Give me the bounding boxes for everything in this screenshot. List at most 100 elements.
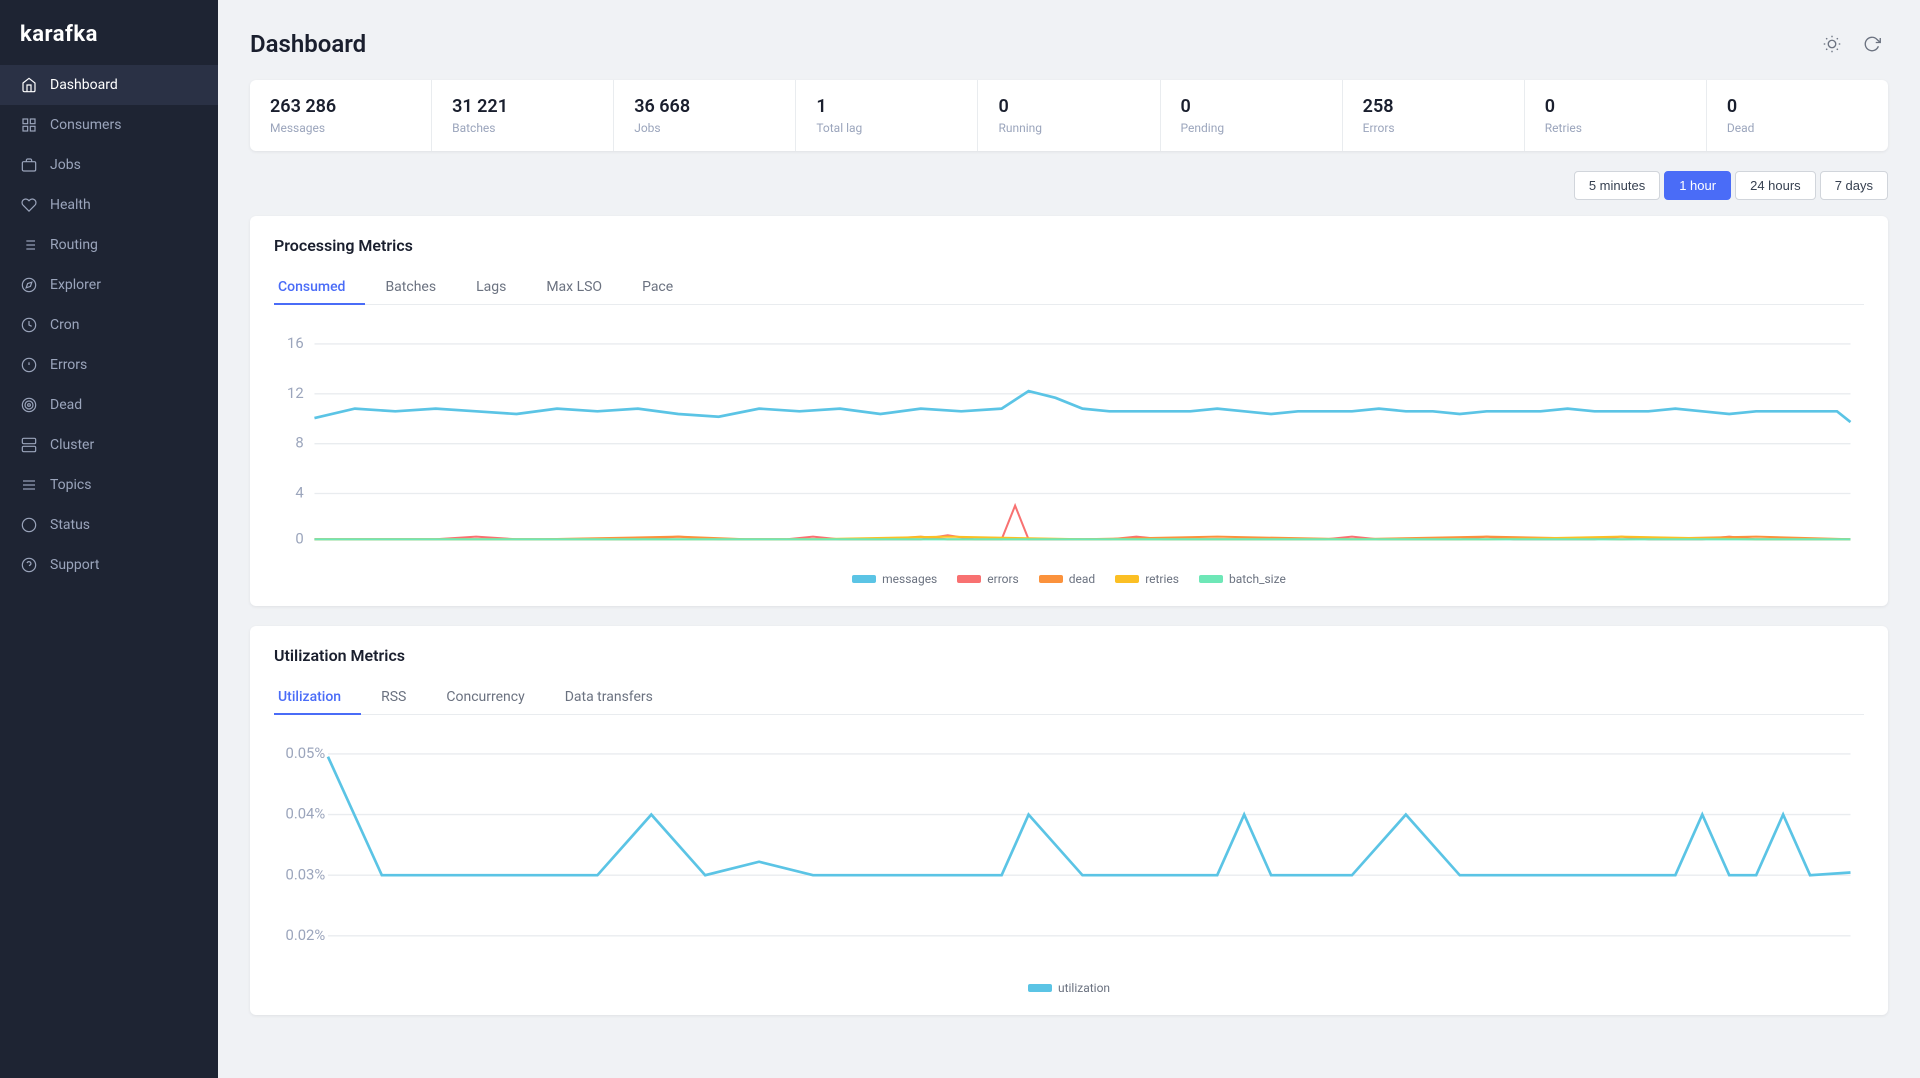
legend-retries: retries [1115,572,1179,586]
stat-errors: 258 Errors [1343,80,1525,151]
utilization-tab-utilization[interactable]: Utilization [274,681,361,715]
svg-text:4: 4 [295,484,303,502]
stat-label: Errors [1363,121,1504,135]
stat-retries: 0 Retries [1525,80,1707,151]
stat-label: Pending [1181,121,1322,135]
svg-text:0.05%: 0.05% [286,744,326,762]
utilization-metrics-title: Utilization Metrics [274,646,1864,665]
time-filter-7-days[interactable]: 7 days [1820,171,1888,200]
legend-swatch [957,575,981,583]
sidebar-item-label: Cron [50,317,79,333]
processing-chart: 16 12 8 4 0 [274,317,1864,560]
stat-messages: 263 286 Messages [250,80,432,151]
stat-label: Total lag [816,121,957,135]
header-actions [1816,28,1888,60]
sidebar-item-label: Cluster [50,437,94,453]
server-icon [20,436,38,454]
alert-icon [20,356,38,374]
sidebar-item-label: Topics [50,477,91,493]
legend-dead: dead [1039,572,1095,586]
sidebar-item-cluster[interactable]: Cluster [0,425,218,465]
stat-value: 0 [1727,96,1868,117]
legend-label: batch_size [1229,572,1286,586]
sidebar-item-dashboard[interactable]: Dashboard [0,65,218,105]
time-filter: 5 minutes1 hour24 hours7 days [250,171,1888,200]
sidebar-item-cron[interactable]: Cron [0,305,218,345]
main-header: Dashboard [250,28,1888,60]
stat-label: Messages [270,121,411,135]
utilization-tab-data-transfers[interactable]: Data transfers [545,681,673,715]
processing-tab-consumed[interactable]: Consumed [274,271,365,305]
stats-bar: 263 286 Messages 31 221 Batches 36 668 J… [250,80,1888,151]
stat-jobs: 36 668 Jobs [614,80,796,151]
stat-value: 1 [816,96,957,117]
menu-icon [20,476,38,494]
stat-value: 258 [1363,96,1504,117]
processing-chart-legend: messages errors dead retries batch_size [274,572,1864,586]
heart-icon [20,196,38,214]
legend-batch_size: batch_size [1199,572,1286,586]
time-filter-24-hours[interactable]: 24 hours [1735,171,1816,200]
stat-value: 31 221 [452,96,593,117]
grid-icon [20,116,38,134]
stat-value: 0 [998,96,1139,117]
processing-tab-batches[interactable]: Batches [365,271,456,305]
processing-tab-max lso[interactable]: Max LSO [526,271,622,305]
compass-icon [20,276,38,294]
utilization-metrics-section: Utilization Metrics UtilizationRSSConcur… [250,626,1888,1016]
svg-text:0: 0 [295,529,303,547]
legend-errors: errors [957,572,1018,586]
svg-text:0.03%: 0.03% [286,865,326,883]
sidebar-item-support[interactable]: Support [0,545,218,585]
sidebar-item-jobs[interactable]: Jobs [0,145,218,185]
sidebar-item-label: Routing [50,237,98,253]
legend-utilization: utilization [1028,981,1110,995]
sidebar-item-explorer[interactable]: Explorer [0,265,218,305]
sidebar-item-routing[interactable]: Routing [0,225,218,265]
sidebar-item-label: Status [50,517,90,533]
sidebar-item-label: Dashboard [50,77,118,93]
sidebar-item-label: Dead [50,397,82,413]
sidebar-item-dead[interactable]: Dead [0,385,218,425]
legend-label: messages [882,572,937,586]
stat-label: Dead [1727,121,1868,135]
utilization-chart-legend: utilization [274,981,1864,995]
processing-tab-lags[interactable]: Lags [456,271,526,305]
clock-icon [20,316,38,334]
time-filter-5-minutes[interactable]: 5 minutes [1574,171,1660,200]
stat-value: 263 286 [270,96,411,117]
legend-swatch [1028,984,1052,992]
utilization-tab-concurrency[interactable]: Concurrency [426,681,544,715]
refresh-button[interactable] [1856,28,1888,60]
legend-swatch [1039,575,1063,583]
sidebar-item-health[interactable]: Health [0,185,218,225]
briefcase-icon [20,156,38,174]
stat-batches: 31 221 Batches [432,80,614,151]
sidebar-item-label: Health [50,197,91,213]
legend-label: errors [987,572,1018,586]
stat-total-lag: 1 Total lag [796,80,978,151]
utilization-chart-container: 0.05% 0.04% 0.03% 0.02% utilization [274,727,1864,996]
sidebar-item-label: Jobs [50,157,81,173]
legend-label: dead [1069,572,1095,586]
stat-label: Running [998,121,1139,135]
time-filter-1-hour[interactable]: 1 hour [1664,171,1731,200]
utilization-tab-rss[interactable]: RSS [361,681,426,715]
sidebar-item-errors[interactable]: Errors [0,345,218,385]
legend-swatch [1199,575,1223,583]
stat-dead: 0 Dead [1707,80,1888,151]
sidebar-item-status[interactable]: Status [0,505,218,545]
sidebar-item-topics[interactable]: Topics [0,465,218,505]
target-icon [20,396,38,414]
processing-tab-pace[interactable]: Pace [622,271,693,305]
processing-metrics-section: Processing Metrics ConsumedBatchesLagsMa… [250,216,1888,606]
svg-text:0.04%: 0.04% [286,804,326,822]
processing-chart-container: 16 12 8 4 0 messages errors dead retries bat… [274,317,1864,586]
stat-value: 0 [1545,96,1686,117]
legend-label: utilization [1058,981,1110,995]
sidebar-item-consumers[interactable]: Consumers [0,105,218,145]
svg-text:16: 16 [287,334,304,352]
sidebar-item-label: Consumers [50,117,121,133]
home-icon [20,76,38,94]
theme-toggle-button[interactable] [1816,28,1848,60]
